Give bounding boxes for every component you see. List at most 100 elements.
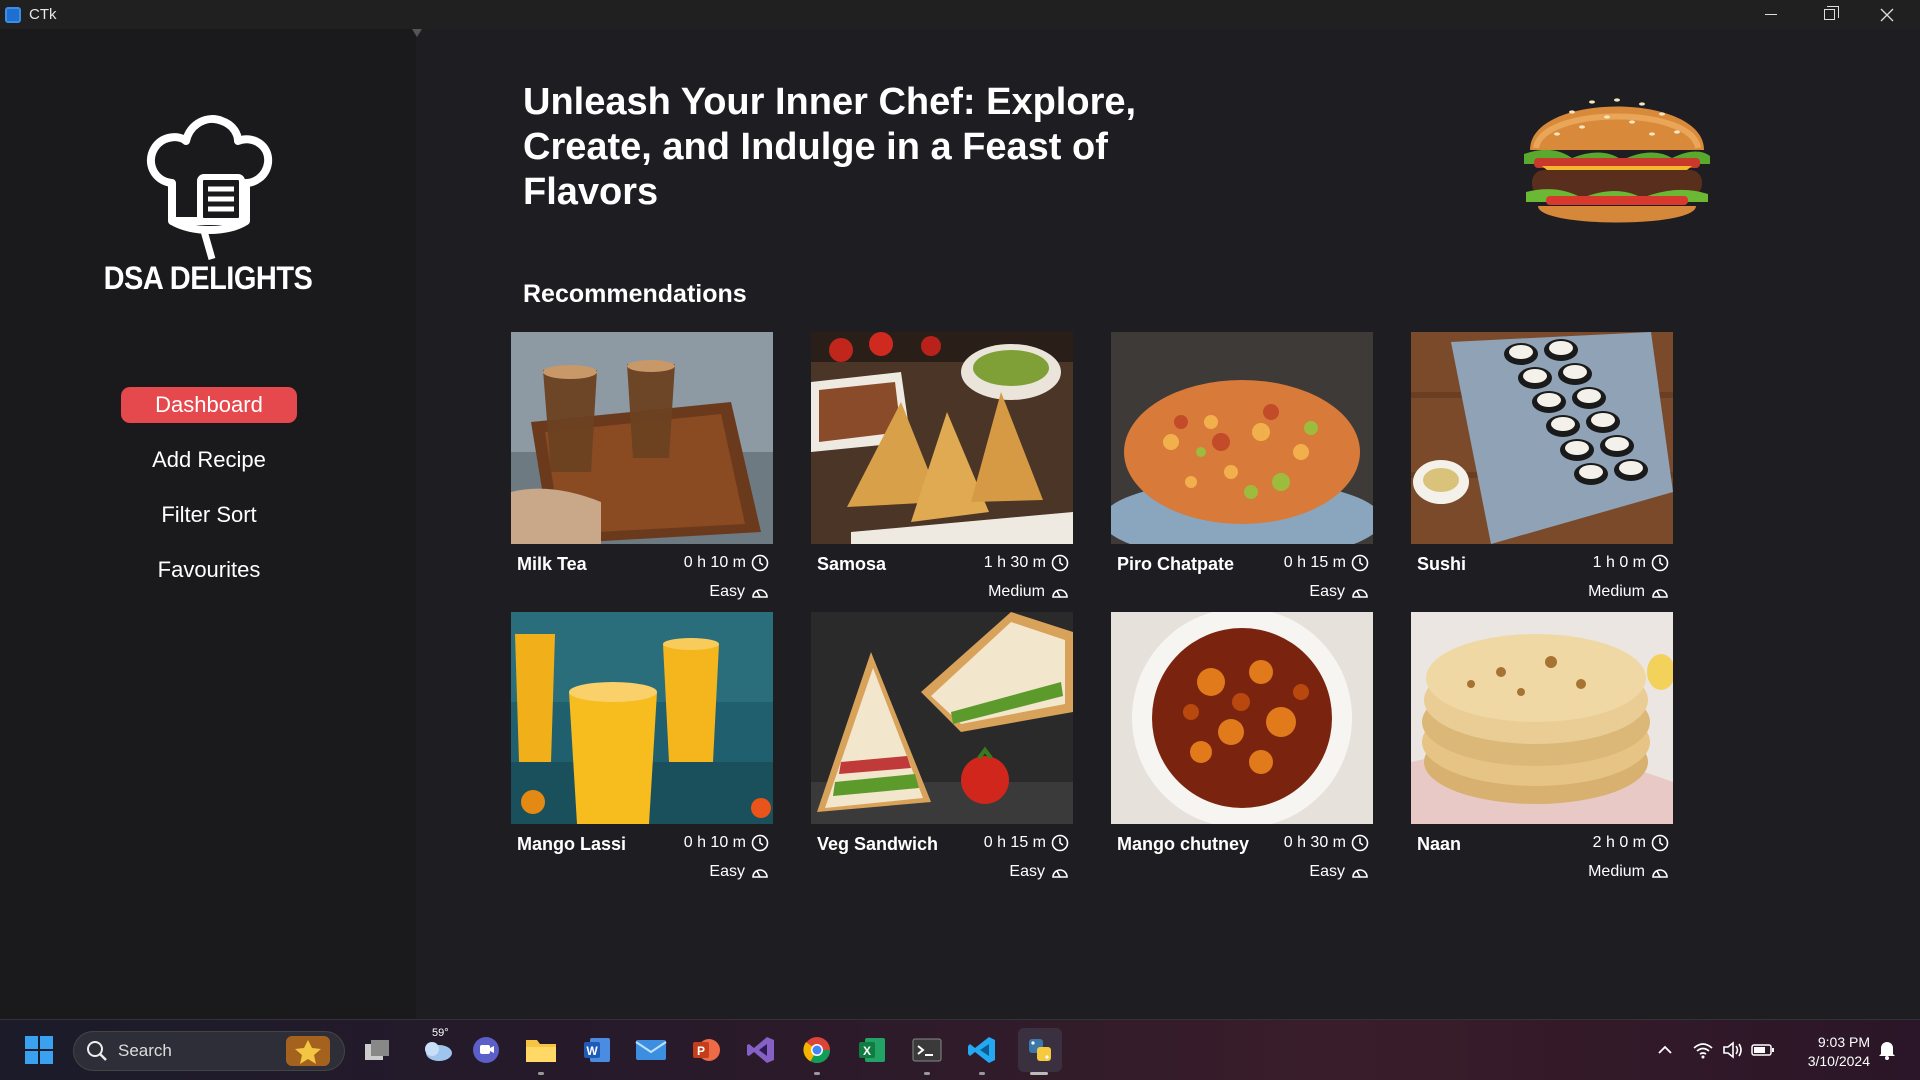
recipe-name: Naan	[1417, 834, 1462, 854]
running-indicator	[814, 1072, 820, 1075]
nav-filter-sort[interactable]: Filter Sort	[121, 497, 297, 533]
recipe-image	[811, 612, 1073, 824]
restore-button[interactable]	[1800, 0, 1858, 29]
recipe-name: Milk Tea	[517, 554, 587, 574]
brand-name: DSA DELIGHTS	[103, 261, 313, 297]
app-window: DSA DELIGHTS Dashboard Add Recipe Filter…	[0, 29, 1920, 1019]
clock-icon	[1651, 554, 1669, 572]
app-icon	[5, 6, 21, 23]
svg-text:X: X	[863, 1044, 871, 1058]
running-indicator	[979, 1072, 985, 1075]
nav-favourites[interactable]: Favourites	[121, 552, 297, 588]
speaker-icon	[1723, 1041, 1742, 1059]
task-view-button[interactable]	[360, 1033, 394, 1067]
tray-clock[interactable]: 9:03 PM 3/10/2024	[1780, 1033, 1870, 1071]
gauge-icon	[1352, 589, 1368, 598]
active-indicator	[1030, 1072, 1048, 1075]
mail-button[interactable]	[634, 1033, 668, 1067]
recommendations-title: Recommendations	[523, 280, 747, 308]
recipe-time: 2 h 0 m	[1593, 834, 1669, 852]
word-button[interactable]: W	[580, 1033, 614, 1067]
svg-text:P: P	[697, 1044, 705, 1058]
clock-icon	[1051, 834, 1069, 852]
mail-icon	[635, 1040, 667, 1060]
nav-dashboard[interactable]: Dashboard	[121, 387, 297, 423]
recipe-time: 0 h 15 m	[984, 834, 1069, 852]
recipe-card[interactable]: Naan 2 h 0 m Medium	[1411, 612, 1673, 882]
search-icon	[87, 1041, 107, 1061]
recipe-name: Piro Chatpate	[1117, 554, 1235, 574]
recipe-card[interactable]: Mango Lassi 0 h 10 m Easy	[511, 612, 773, 882]
clock-icon	[1351, 834, 1369, 852]
chrome-button[interactable]	[800, 1033, 834, 1067]
gauge-icon	[752, 589, 768, 598]
recipe-difficulty: Medium	[1588, 583, 1669, 601]
chrome-icon	[803, 1037, 831, 1064]
recipe-time: 1 h 0 m	[1593, 554, 1669, 572]
start-button[interactable]	[22, 1033, 56, 1067]
file-explorer-button[interactable]	[524, 1033, 558, 1067]
hero-headline: Unleash Your Inner Chef: Explore, Create…	[523, 81, 1137, 213]
recipe-image	[1411, 332, 1673, 544]
recipe-card[interactable]: Milk Tea 0 h 10 m Easy	[511, 332, 773, 602]
taskbar-search[interactable]: Search	[73, 1031, 345, 1071]
clock-icon	[751, 554, 769, 572]
recipe-difficulty: Easy	[1009, 863, 1069, 881]
close-button[interactable]	[1858, 0, 1916, 29]
gauge-icon	[752, 869, 768, 878]
search-highlight-icon	[286, 1036, 330, 1066]
minimize-button[interactable]	[1742, 0, 1800, 29]
wifi-button[interactable]	[1688, 1033, 1718, 1067]
powerpoint-button[interactable]: P	[689, 1033, 723, 1067]
bell-icon	[1879, 1042, 1895, 1060]
window-title: CTk	[29, 6, 57, 23]
excel-button[interactable]: X	[855, 1033, 889, 1067]
weather-temp: 59°	[432, 1027, 449, 1039]
notifications-button[interactable]	[1872, 1033, 1902, 1067]
chef-hat-icon	[146, 115, 273, 260]
recipe-card[interactable]: Sushi 1 h 0 m Medium	[1411, 332, 1673, 602]
recipe-image	[811, 332, 1073, 544]
excel-icon: X	[859, 1038, 885, 1062]
running-indicator	[924, 1072, 930, 1075]
chat-icon	[473, 1037, 499, 1063]
sidebar: DSA DELIGHTS Dashboard Add Recipe Filter…	[0, 29, 416, 1019]
recipe-image	[1111, 332, 1373, 544]
burger-image	[1524, 98, 1710, 223]
recipe-name: Sushi	[1417, 554, 1467, 574]
close-icon	[1880, 8, 1894, 21]
recipe-time: 0 h 15 m	[1284, 554, 1369, 572]
visual-studio-icon	[747, 1037, 774, 1063]
running-indicator	[538, 1072, 544, 1075]
recipe-difficulty: Easy	[1309, 583, 1369, 601]
recipe-difficulty: Easy	[1309, 863, 1369, 881]
teams-chat-button[interactable]	[469, 1033, 503, 1067]
recipe-image	[1411, 612, 1673, 824]
recipe-card[interactable]: Samosa 1 h 30 m Medium	[811, 332, 1073, 602]
clock-icon	[1351, 554, 1369, 572]
visual-studio-button[interactable]	[744, 1033, 778, 1067]
recipe-image	[1111, 612, 1373, 824]
recipe-name: Samosa	[817, 554, 887, 574]
battery-button[interactable]	[1748, 1033, 1778, 1067]
nav-add-recipe[interactable]: Add Recipe	[121, 442, 297, 478]
recipe-difficulty: Easy	[709, 863, 769, 881]
gauge-icon	[1652, 869, 1668, 878]
tray-overflow-button[interactable]	[1650, 1033, 1680, 1067]
recipe-time: 1 h 30 m	[984, 554, 1069, 572]
recipe-card[interactable]: Veg Sandwich 0 h 15 m Easy	[811, 612, 1073, 882]
clock-date: 3/10/2024	[1807, 1053, 1870, 1069]
recipe-card[interactable]: Piro Chatpate 0 h 15 m Easy	[1111, 332, 1373, 602]
terminal-button[interactable]	[910, 1033, 944, 1067]
weather-widget[interactable]: 59°	[414, 1027, 460, 1067]
folder-icon	[526, 1040, 556, 1062]
windows-icon	[25, 1036, 53, 1064]
clock-time: 9:03 PM	[1817, 1034, 1870, 1050]
vscode-button[interactable]	[965, 1033, 999, 1067]
powerpoint-icon: P	[693, 1039, 720, 1061]
recipe-image	[511, 332, 773, 544]
clock-icon	[1051, 554, 1069, 572]
python-app-button[interactable]	[1018, 1028, 1062, 1072]
recipe-card[interactable]: Mango chutney 0 h 30 m Easy	[1111, 612, 1373, 882]
volume-button[interactable]	[1718, 1033, 1748, 1067]
